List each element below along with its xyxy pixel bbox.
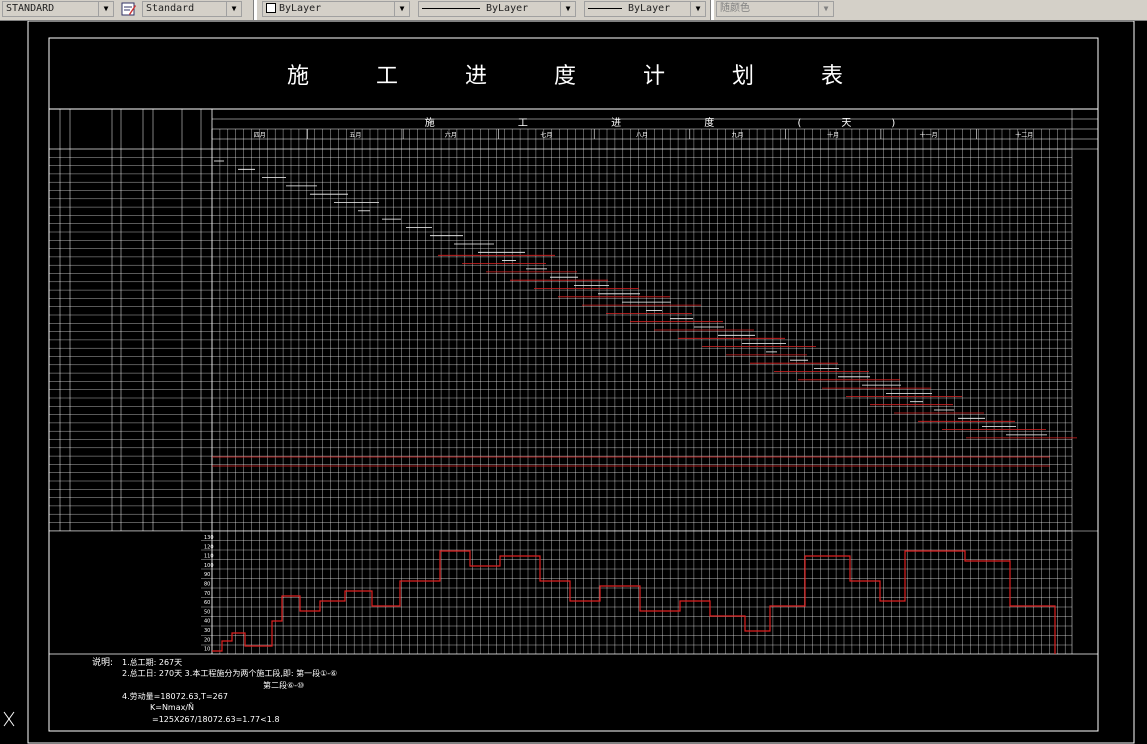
outer-frame (27, 21, 1135, 744)
notes-line-3: 第二段⑥-⑩ (263, 680, 304, 690)
linetype-combo[interactable]: ByLayer ▼ (418, 1, 576, 17)
schedule-title: 施 工 进 度 计 划 表 (287, 64, 873, 89)
notes-label: 说明: (92, 656, 113, 668)
month-label: 七月 (540, 131, 552, 139)
chevron-down-icon[interactable]: ▼ (226, 2, 241, 16)
toolbar-separator (253, 0, 257, 20)
month-headers: 四月 五月 六月 七月 八月 九月 十月 十一月 十二月 (211, 129, 1033, 139)
dim-style-value: Standard (146, 3, 195, 14)
linetype-value: ByLayer (486, 3, 529, 14)
axis-tick-label: 50 (204, 609, 210, 615)
month-label: 六月 (445, 131, 457, 139)
notes-line-2: 2.总工日: 270天 3.本工程施分为两个施工段,即: 第一段①-⑥ (122, 668, 337, 678)
chevron-down-icon[interactable]: ▼ (690, 2, 705, 16)
axis-tick-label: 80 (204, 582, 210, 588)
notes-line-5: K=Nmax/Ñ (150, 702, 194, 712)
plot-style-combo[interactable]: 随颜色 ▼ (716, 1, 834, 17)
month-label: 十月 (827, 131, 839, 139)
axis-tick-label: 110 (204, 554, 214, 560)
chevron-down-icon[interactable]: ▼ (98, 2, 113, 16)
drawing-canvas[interactable]: 施 工 进 度 计 划 表 施 工 进 度 (天) 四月 五月 六月 七月 八月 九月 十月… (0, 21, 1147, 744)
axis-tick-label: 30 (204, 628, 210, 634)
ucs-icon (3, 711, 15, 727)
axis-tick-label: 70 (204, 591, 210, 597)
gantt-bars (212, 160, 1077, 467)
lineweight-combo[interactable]: ByLayer ▼ (584, 1, 706, 17)
axis-tick-label: 130 (204, 535, 214, 541)
lineweight-preview-icon (588, 7, 622, 9)
month-label: 五月 (349, 132, 361, 139)
properties-toolbar: STANDARD ▼ Standard ▼ ByLayer ▼ ByLayer … (0, 0, 1147, 21)
notes-line-6: =125X267/18072.63=1.77<1.8 (152, 715, 280, 724)
color-swatch-icon (266, 3, 276, 13)
axis-tick-label: 60 (204, 600, 210, 606)
month-label: 八月 (636, 132, 648, 139)
toolbar-separator (710, 0, 714, 20)
text-style-value: STANDARD (6, 3, 55, 14)
dimension-style-icon[interactable] (120, 1, 138, 17)
notes-line-1: 1.总工期: 267天 (122, 657, 182, 667)
notes-line-4: 4.劳动量=18072.63,T=267 (122, 691, 228, 701)
chevron-down-icon[interactable]: ▼ (560, 2, 575, 16)
layer-color-value: ByLayer (279, 3, 322, 14)
layer-color-combo[interactable]: ByLayer ▼ (262, 1, 410, 17)
axis-tick-label: 90 (204, 572, 210, 578)
lineweight-value: ByLayer (628, 3, 671, 14)
month-label: 十一月 (920, 131, 938, 139)
progress-header: 施 工 进 度 (天) (425, 116, 936, 129)
axis-tick-label: 100 (204, 563, 214, 569)
axis-tick-label: 10 (204, 647, 210, 653)
linetype-preview-icon (422, 7, 480, 9)
text-style-combo[interactable]: STANDARD ▼ (2, 1, 114, 17)
axis-tick-label: 20 (204, 637, 210, 643)
chevron-down-icon[interactable]: ▼ (394, 2, 409, 16)
axis-tick-label: 120 (204, 544, 214, 550)
chevron-down-icon[interactable]: ▼ (818, 2, 833, 16)
axis-tick-label: 40 (204, 619, 210, 625)
plot-style-value: 随颜色 (720, 3, 750, 14)
month-label: 四月 (254, 132, 266, 139)
dim-style-combo[interactable]: Standard ▼ (142, 1, 242, 17)
